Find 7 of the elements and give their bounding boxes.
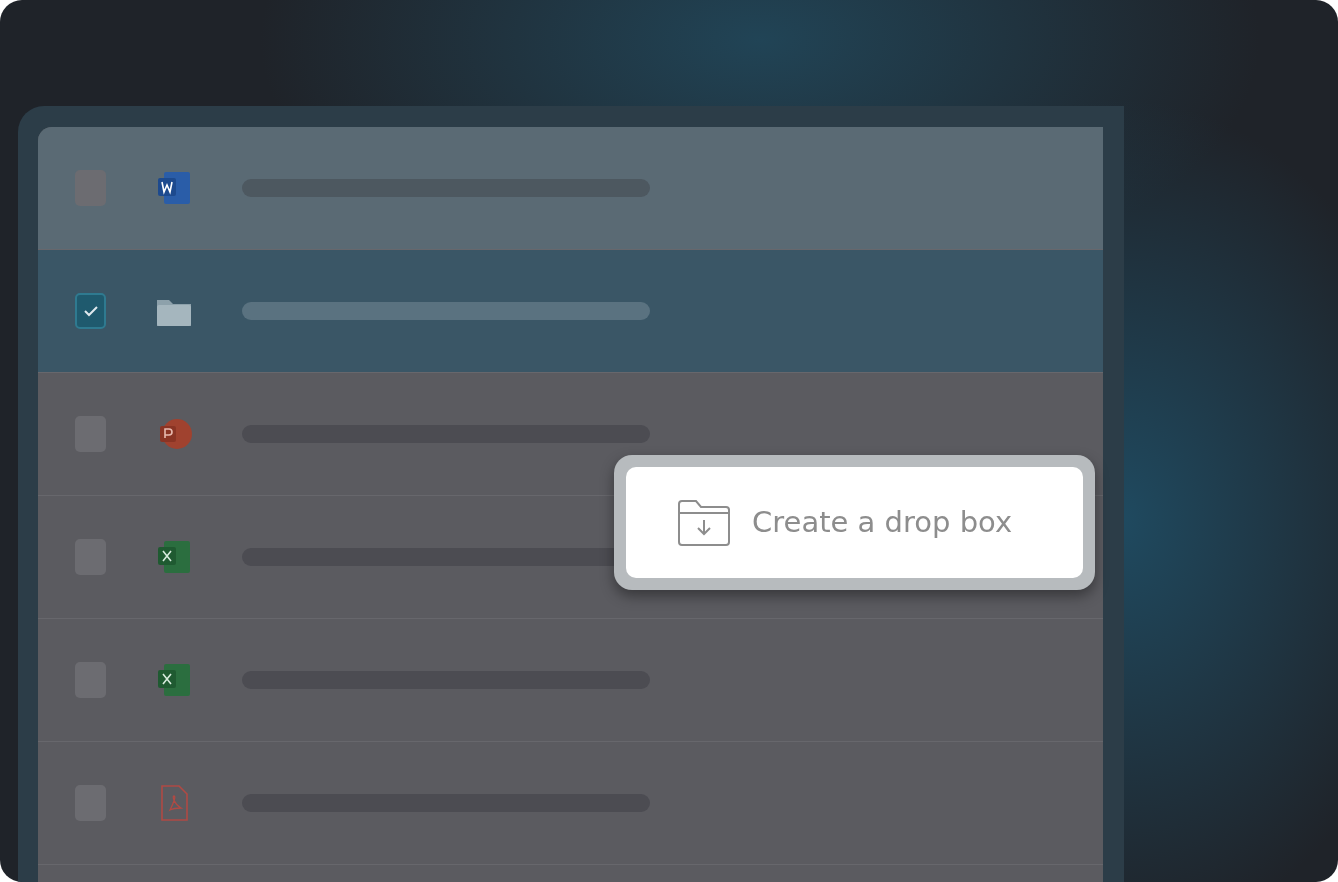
- checkmark-icon: [82, 305, 99, 317]
- spreadsheet-icon: [156, 661, 192, 699]
- create-drop-box-button[interactable]: Create a drop box: [626, 467, 1083, 578]
- document-icon: [156, 169, 192, 207]
- checkbox[interactable]: [75, 293, 106, 329]
- spreadsheet-icon: [156, 538, 192, 576]
- folder-download-icon: [676, 497, 732, 548]
